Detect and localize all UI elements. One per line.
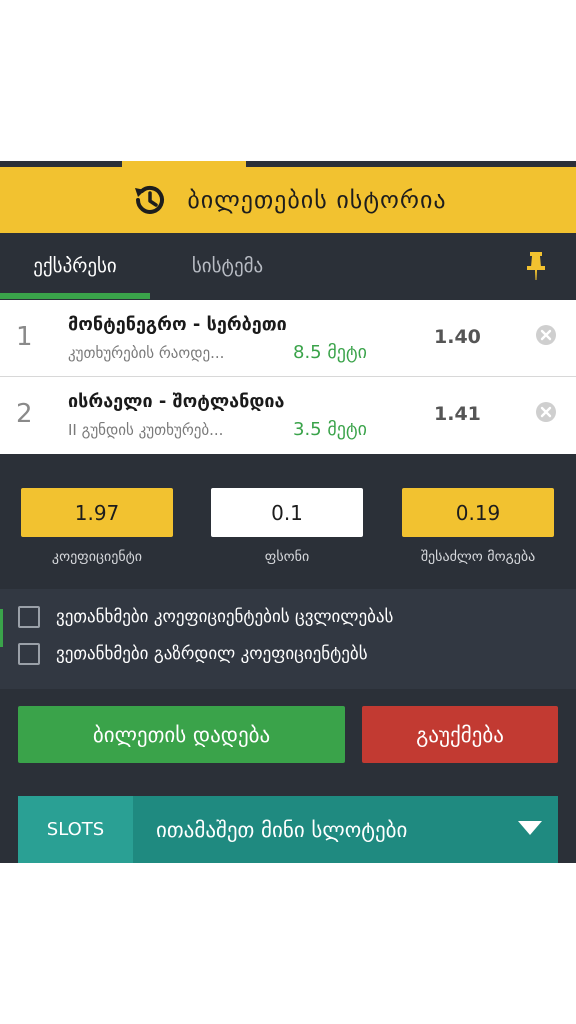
bet-list: 1 მონტენეგრო - სერბეთი კუთხურების რაოდე.… [0, 300, 576, 454]
active-tab-indicator [0, 293, 150, 299]
chevron-down-icon[interactable] [518, 821, 542, 835]
betslip-panel: ბილეთების ისტორია ექსპრესი სისტემა 1 მონ… [0, 161, 576, 863]
accept-increased-odds-option[interactable]: ვეთანხმები გაზრდილ კოეფიციენტებს [18, 643, 368, 665]
coefficient-label: კოეფიციენტი [51, 549, 143, 565]
accept-increased-odds-label: ვეთანხმები გაზრდილ კოეფიციენტებს [56, 644, 368, 664]
tab-express[interactable]: ექსპრესი [0, 233, 150, 299]
bet-match: მონტენეგრო - სერბეთი [68, 314, 287, 335]
place-bet-button[interactable]: ბილეთის დადება [18, 706, 345, 763]
remove-bet-icon[interactable] [535, 324, 557, 346]
accept-odds-change-label: ვეთანხმები კოეფიციენტების ცვლილებას [56, 607, 394, 627]
bet-number: 2 [16, 399, 33, 429]
total-coefficient-value: 1.97 [21, 488, 173, 537]
tab-system[interactable]: სისტემა [150, 233, 305, 299]
bet-odds: 1.40 [434, 326, 481, 348]
stake-input[interactable]: 0.1 [211, 488, 363, 537]
bet-match: ისრაელი - შოტლანდია [68, 391, 285, 412]
slots-banner[interactable]: SLOTS ითამაშეთ მინი სლოტები [18, 796, 558, 863]
bet-number: 1 [16, 322, 33, 352]
header-title: ბილეთების ისტორია [187, 186, 447, 214]
left-edge-accent [0, 609, 3, 647]
remove-bet-icon[interactable] [535, 401, 557, 423]
bet-type-tabs: ექსპრესი სისტემა [0, 233, 576, 299]
accept-increased-odds-checkbox[interactable] [18, 643, 40, 665]
bet-odds: 1.41 [434, 403, 481, 425]
history-icon [135, 185, 165, 214]
potential-win-label: შესაძლო მოგება [420, 549, 536, 565]
bet-actions: ბილეთის დადება გაუქმება [0, 689, 576, 783]
bet-pick: 8.5 მეტი [293, 342, 367, 363]
bet-market: კუთხურების რაოდე... [68, 344, 225, 362]
list-item: 1 მონტენეგრო - სერბეთი კუთხურების რაოდე.… [0, 300, 576, 377]
accept-odds-change-checkbox[interactable] [18, 606, 40, 628]
stake-label: ფსონი [264, 549, 310, 565]
potential-win-value: 0.19 [402, 488, 554, 537]
bet-pick: 3.5 მეტი [293, 419, 367, 440]
slots-tag: SLOTS [18, 796, 133, 863]
bet-options: ვეთანხმები კოეფიციენტების ცვლილებას ვეთა… [0, 589, 576, 689]
bet-market: II გუნდის კუთხურებ... [68, 421, 224, 439]
cancel-button[interactable]: გაუქმება [362, 706, 558, 763]
bet-summary: 1.97 0.1 0.19 კოეფიციენტი ფსონი შესაძლო … [0, 454, 576, 588]
accept-odds-change-option[interactable]: ვეთანხმები კოეფიციენტების ცვლილებას [18, 606, 393, 628]
slots-title: ითამაშეთ მინი სლოტები [156, 817, 408, 842]
pin-icon[interactable] [524, 251, 548, 281]
list-item: 2 ისრაელი - შოტლანდია II გუნდის კუთხურებ… [0, 377, 576, 453]
ticket-history-header[interactable]: ბილეთების ისტორია [0, 167, 576, 233]
